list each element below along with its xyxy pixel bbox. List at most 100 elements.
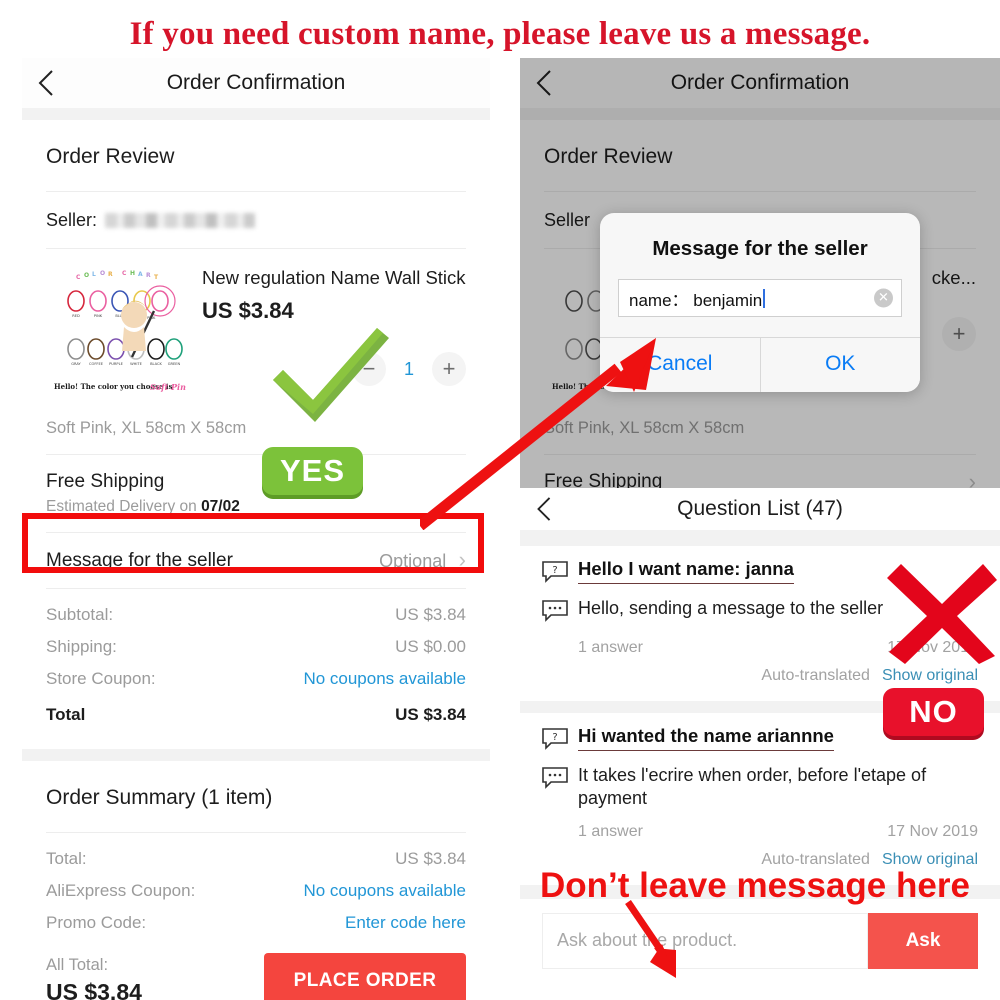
- total-line-value: US $0.00: [395, 637, 466, 656]
- promo-code-link[interactable]: Enter code here: [345, 913, 466, 933]
- summary-label: AliExpress Coupon:: [46, 881, 196, 900]
- summary-label: Total:: [46, 849, 87, 868]
- product-sku: Soft Pink, XL 58cm X 58cm: [46, 419, 247, 437]
- all-total-value: US $3.84: [46, 979, 142, 1000]
- shipping-row[interactable]: Free Shipping Estimated Delivery on 07/0…: [46, 455, 466, 532]
- question-list-screen: Question List (47) ? Hello I want name: …: [520, 488, 1000, 1000]
- grand-total-label: Total: [46, 705, 86, 724]
- dialog-title: Message for the seller: [652, 237, 868, 260]
- order-summary-lines: Total: US $3.84 AliExpress Coupon: No co…: [46, 833, 466, 939]
- ok-button[interactable]: OK: [759, 338, 920, 392]
- place-order-button[interactable]: PLACE ORDER: [264, 953, 466, 1000]
- product-row[interactable]: CO LO R CH AR T RED PINK BLUE GRAY COFFE…: [46, 249, 466, 407]
- message-for-seller-dialog[interactable]: Message for the seller name： benjamin ✕ …: [600, 213, 920, 392]
- question-line: ? Hi wanted the name ariannne: [542, 725, 978, 755]
- show-original-link[interactable]: Show original: [882, 667, 978, 685]
- seller-name-blurred: [105, 213, 256, 228]
- question-text: Hello I want name: janna: [578, 558, 794, 584]
- product-name: New regulation Name Wall Sticke...: [202, 267, 466, 288]
- grand-total-line: Total US $3.84: [46, 695, 466, 731]
- answer-count: 1 answer: [578, 639, 643, 656]
- message-input-value: name： benjamin: [629, 290, 763, 310]
- svg-text:O: O: [84, 272, 89, 279]
- ask-input[interactable]: Ask about the product.: [542, 912, 868, 969]
- chevron-left-icon[interactable]: [536, 497, 552, 521]
- store-coupon-link[interactable]: No coupons available: [303, 669, 466, 689]
- summary-line[interactable]: AliExpress Coupon: No coupons available: [46, 875, 466, 907]
- quantity-plus-button[interactable]: +: [432, 352, 466, 386]
- total-line-label: Subtotal:: [46, 605, 114, 624]
- question-item[interactable]: ? Hi wanted the name ariannne It takes l…: [520, 713, 1000, 885]
- totals-block: Subtotal: US $3.84 Shipping: US $0.00 St…: [46, 589, 466, 749]
- message-input[interactable]: name： benjamin: [618, 279, 902, 317]
- product-info: New regulation Name Wall Sticke... US $3…: [186, 261, 466, 401]
- svg-text:WHITE: WHITE: [130, 362, 143, 366]
- right-quantity-plus-button: +: [942, 317, 976, 351]
- chevron-left-icon[interactable]: [38, 70, 54, 96]
- answer-text: It takes l'ecrire when order, before l'e…: [578, 765, 927, 809]
- svg-text:PURPLE: PURPLE: [109, 362, 123, 366]
- right-phone-panel: Order Confirmation Order Review Seller H…: [520, 58, 1000, 1000]
- translation-row: Auto-translated Show original: [542, 659, 978, 695]
- quantity-minus-button[interactable]: −: [352, 352, 386, 386]
- show-original-link[interactable]: Show original: [882, 851, 978, 869]
- summary-line[interactable]: Promo Code: Enter code here: [46, 907, 466, 939]
- svg-text:R: R: [108, 271, 113, 278]
- svg-text:O: O: [100, 270, 105, 277]
- question-bubble-icon: ?: [542, 728, 568, 755]
- band-divider: [520, 701, 1000, 713]
- svg-text:C: C: [76, 274, 81, 281]
- summary-value: US $3.84: [395, 849, 466, 868]
- seller-label: Seller:: [46, 210, 98, 230]
- question-list-navbar: Question List (47): [520, 488, 1000, 530]
- total-line-label: Store Coupon:: [46, 669, 156, 688]
- svg-text:COFFEE: COFFEE: [89, 362, 104, 366]
- total-line: Shipping: US $0.00: [46, 631, 466, 663]
- aliexpress-coupon-link[interactable]: No coupons available: [303, 881, 466, 901]
- question-date: 17 Nov 2019: [887, 822, 978, 840]
- question-line: ? Hello I want name: janna: [542, 558, 978, 588]
- question-meta: 1 answer 17 Nov 2019: [542, 627, 978, 659]
- quantity-value: 1: [403, 358, 414, 379]
- message-row-label: Message for the seller: [46, 549, 233, 571]
- dialog-field[interactable]: name： benjamin ✕: [618, 279, 902, 317]
- band-divider: [520, 530, 1000, 546]
- order-summary-heading: Order Summary (1 item): [46, 786, 273, 809]
- left-navbar-title: Order Confirmation: [166, 71, 346, 94]
- promo-headline: If you need custom name, please leave us…: [129, 16, 871, 52]
- chevron-left-icon[interactable]: [536, 70, 552, 96]
- message-for-seller-row[interactable]: Message for the seller Optional ›: [46, 533, 466, 588]
- order-review-section: Order Review Seller: CO LO R CH A R T RE…: [22, 120, 490, 749]
- answer-text: Hello, sending a message to the seller: [578, 598, 884, 618]
- svg-text:R: R: [146, 272, 151, 279]
- svg-text:?: ?: [552, 565, 557, 576]
- chevron-right-icon[interactable]: ›: [459, 547, 466, 572]
- right-order-review-heading: Order Review: [544, 145, 673, 168]
- band-divider: [22, 108, 490, 120]
- svg-text:L: L: [92, 271, 96, 278]
- translation-row: Auto-translated Show original: [542, 843, 978, 879]
- question-item[interactable]: ? Hello I want name: janna Hello, sendin…: [520, 546, 1000, 701]
- order-summary-section: Order Summary (1 item) Total: US $3.84 A…: [22, 761, 490, 1000]
- right-product-sku: Soft Pink, XL 58cm X 58cm: [544, 419, 745, 437]
- checkout-bar: All Total: US $3.84 PLACE ORDER: [46, 939, 466, 1000]
- svg-text:H: H: [130, 270, 135, 277]
- all-total-label: All Total:: [46, 956, 109, 974]
- seller-row[interactable]: Seller:: [46, 192, 466, 248]
- svg-text:GRAY: GRAY: [71, 362, 81, 366]
- question-date: 17 Nov 2019: [887, 639, 978, 656]
- total-line-label: Shipping:: [46, 637, 117, 656]
- product-thumbnail[interactable]: CO LO R CH AR T RED PINK BLUE GRAY COFFE…: [46, 261, 192, 401]
- left-phone-panel: Order Confirmation Order Review Seller: …: [22, 58, 490, 1000]
- question-meta: 1 answer 17 Nov 2019: [542, 811, 978, 843]
- chevron-right-icon[interactable]: ›: [459, 482, 466, 505]
- product-price: US $3.84: [202, 298, 294, 323]
- total-line: Subtotal: US $3.84: [46, 599, 466, 631]
- clear-circle-icon[interactable]: ✕: [874, 288, 893, 308]
- right-navbar: Order Confirmation: [520, 58, 1000, 108]
- ask-button[interactable]: Ask: [868, 912, 978, 969]
- quantity-stepper[interactable]: − 1 +: [202, 352, 466, 386]
- question-text: Hi wanted the name ariannne: [578, 725, 834, 751]
- total-line[interactable]: Store Coupon: No coupons available: [46, 663, 466, 695]
- cancel-button[interactable]: Cancel: [600, 338, 760, 392]
